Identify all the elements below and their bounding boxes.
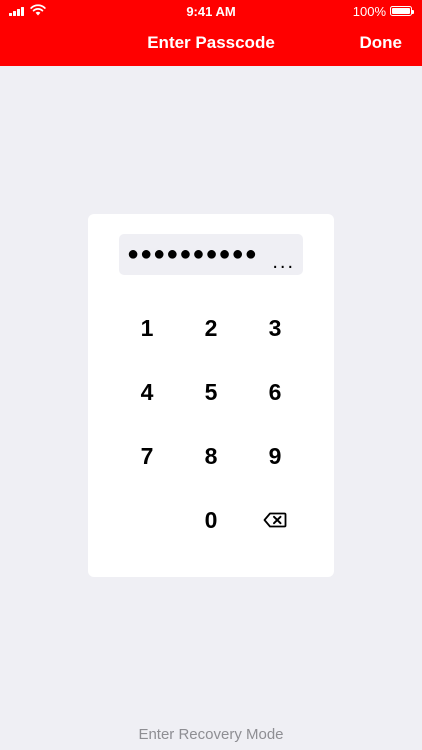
passcode-overflow: ... <box>272 251 295 273</box>
passcode-dots: ●●●●●●●●●● <box>127 243 258 265</box>
status-bar: 9:41 AM 100% <box>0 0 422 22</box>
header: 9:41 AM 100% Enter Passcode Done <box>0 0 422 66</box>
keypad-key-2[interactable]: 2 <box>186 303 236 353</box>
passcode-field[interactable]: ●●●●●●●●●● ... <box>119 234 303 275</box>
battery-icon <box>390 6 414 16</box>
keypad-key-6[interactable]: 6 <box>250 367 300 417</box>
keypad-key-4[interactable]: 4 <box>122 367 172 417</box>
keypad-key-0[interactable]: 0 <box>186 495 236 545</box>
passcode-card: ●●●●●●●●●● ... 1 2 3 4 5 6 7 8 9 0 <box>88 214 334 577</box>
keypad-key-8[interactable]: 8 <box>186 431 236 481</box>
battery-fill <box>392 8 410 14</box>
keypad-key-1[interactable]: 1 <box>122 303 172 353</box>
passcode-screen: 9:41 AM 100% Enter Passcode Done ●●●●●●●… <box>0 0 422 750</box>
battery-percent: 100% <box>352 4 386 19</box>
keypad-key-9[interactable]: 9 <box>250 431 300 481</box>
keypad-key-7[interactable]: 7 <box>122 431 172 481</box>
delete-button[interactable] <box>250 495 300 545</box>
keypad-key-3[interactable]: 3 <box>250 303 300 353</box>
done-button[interactable]: Done <box>360 33 403 53</box>
backspace-icon <box>263 512 287 528</box>
keypad-key-5[interactable]: 5 <box>186 367 236 417</box>
recovery-mode-link[interactable]: Enter Recovery Mode <box>0 726 422 743</box>
